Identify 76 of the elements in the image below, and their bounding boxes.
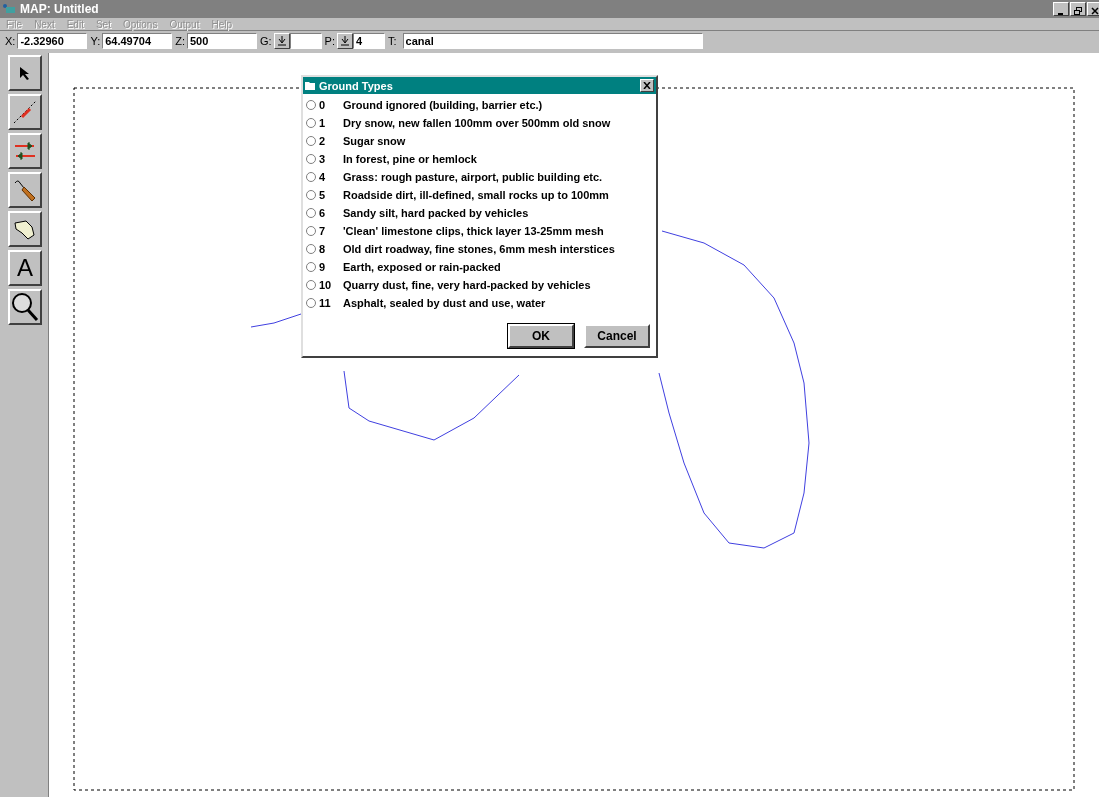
close-button[interactable]	[640, 79, 654, 92]
field-label: G:	[260, 35, 272, 47]
option-number: 10	[319, 279, 333, 291]
pen-tool-icon	[12, 177, 38, 203]
radio-button[interactable]	[306, 280, 316, 290]
cancel-button[interactable]: Cancel	[584, 324, 650, 348]
option-label[interactable]: In forest, pine or hemlock	[343, 153, 477, 165]
radio-button[interactable]	[306, 100, 316, 110]
radio-button[interactable]	[306, 262, 316, 272]
option-label[interactable]: Sandy silt, hard packed by vehicles	[343, 207, 529, 219]
coordinate-field[interactable]: -2.32960	[17, 33, 88, 49]
option-number: 5	[319, 189, 327, 201]
close-button[interactable]	[1087, 2, 1099, 16]
option-number: 7	[319, 225, 327, 237]
option-label[interactable]: Roadside dirt, ill-defined, small rocks up to 100mm	[343, 189, 609, 201]
close-icon	[1091, 7, 1099, 15]
option-label[interactable]: Quarry dust, fine, very hard-packed by vehicles	[343, 279, 591, 291]
tool-button[interactable]	[8, 172, 42, 208]
text-field[interactable]: canal	[402, 33, 703, 49]
option-number: 2	[319, 135, 327, 147]
option-number: 3	[319, 153, 327, 165]
value-field[interactable]	[289, 33, 322, 49]
radio-button[interactable]	[306, 154, 316, 164]
restore-button[interactable]	[1070, 2, 1086, 16]
field-label: T:	[388, 35, 397, 47]
tool-button[interactable]	[8, 133, 42, 169]
option-number: 9	[319, 261, 327, 273]
down-arrow-icon	[277, 36, 286, 46]
radio-button[interactable]	[306, 190, 316, 200]
field-label: X:	[5, 35, 16, 47]
close-icon	[643, 82, 651, 89]
tool-button[interactable]	[8, 55, 42, 91]
radio-button[interactable]	[306, 244, 316, 254]
ok-button[interactable]: OK	[508, 324, 574, 348]
radio-button[interactable]	[306, 298, 316, 308]
radio-button[interactable]	[306, 118, 316, 128]
tool-button[interactable]	[8, 211, 42, 247]
option-label[interactable]: Old dirt roadway, fine stones, 6mm mesh interstices	[343, 243, 615, 255]
tool-button[interactable]	[8, 289, 42, 325]
field-label: P:	[324, 35, 335, 47]
tool-button[interactable]	[8, 94, 42, 130]
restore-icon	[1074, 7, 1082, 15]
radio-button[interactable]	[306, 172, 316, 182]
down-arrow-icon	[341, 36, 349, 46]
option-number: 8	[319, 243, 327, 255]
radio-button[interactable]	[306, 136, 316, 146]
window-title: MAP: Untitled	[20, 2, 100, 16]
option-label[interactable]: Grass: rough pasture, airport, public building etc.	[343, 171, 603, 183]
option-number: 0	[319, 99, 327, 111]
option-label[interactable]: Dry snow, new fallen 100mm over 500mm old snow	[343, 117, 611, 129]
option-number: 4	[319, 171, 327, 183]
text-tool-label: A	[17, 254, 33, 282]
field-label: Z:	[175, 35, 185, 47]
dropdown-button[interactable]	[337, 33, 353, 49]
option-number: 11	[319, 297, 332, 309]
radio-button[interactable]	[306, 226, 316, 236]
option-label[interactable]: Asphalt, sealed by dust and use, water	[343, 297, 546, 309]
option-number: 1	[319, 117, 327, 129]
value-field[interactable]: 4	[353, 33, 385, 49]
tool-button[interactable]: A	[8, 250, 42, 286]
option-label[interactable]: Ground ignored (building, barrier etc.)	[343, 99, 543, 111]
coordinate-field[interactable]: 64.49704	[102, 33, 173, 49]
dialog-title: Ground Types	[319, 79, 394, 92]
search-icon	[11, 292, 39, 322]
line-tool-icon	[12, 99, 38, 125]
folder-icon	[305, 81, 315, 90]
option-label[interactable]: Earth, exposed or rain-packed	[343, 261, 501, 273]
radio-button[interactable]	[306, 208, 316, 218]
dropdown-button[interactable]	[273, 33, 290, 49]
minimize-button[interactable]	[1053, 2, 1069, 16]
option-number: 6	[319, 207, 327, 219]
app-icon	[2, 3, 16, 15]
option-label[interactable]: Sugar snow	[343, 135, 406, 147]
coordinate-field[interactable]: 500	[187, 33, 257, 49]
option-label[interactable]: 'Clean' limestone clips, thick layer 13-25mm mesh	[343, 225, 604, 237]
field-label: Y:	[90, 35, 101, 47]
